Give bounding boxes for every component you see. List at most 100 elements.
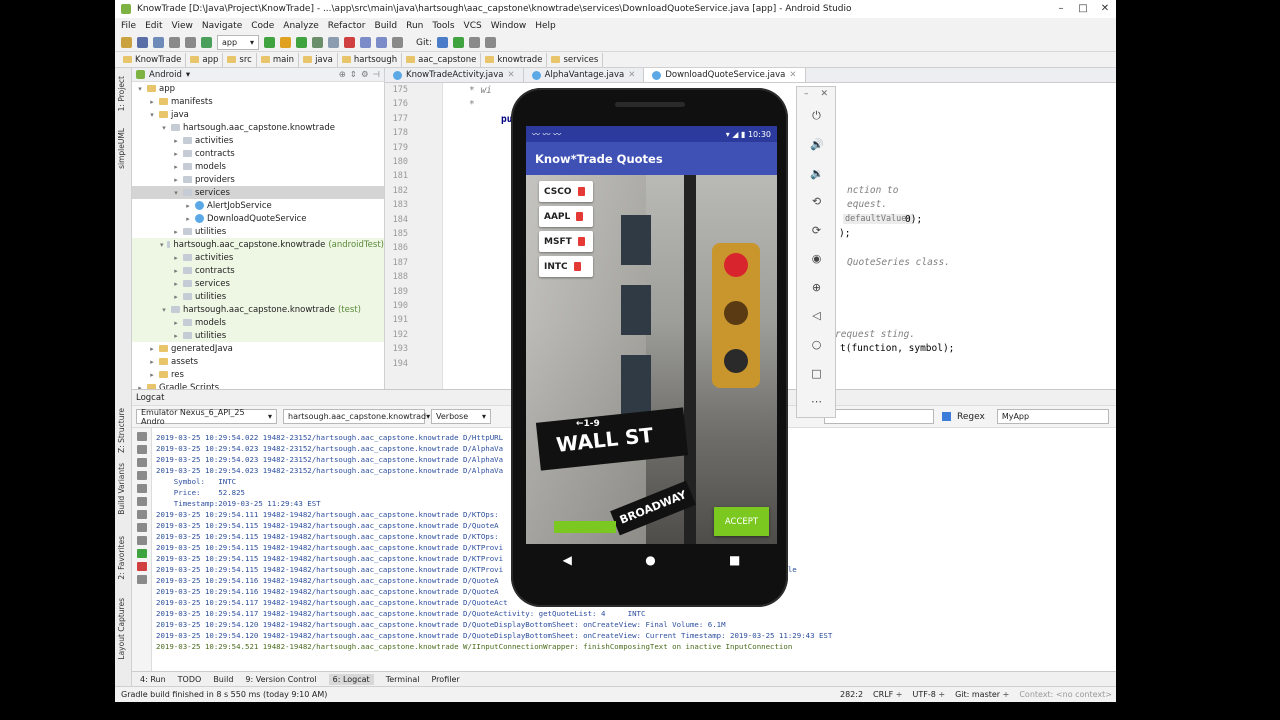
tree-item[interactable]: ▸ utilities (132, 225, 384, 238)
profile-icon[interactable] (312, 37, 323, 48)
run-config-select[interactable]: app ▾ (217, 35, 259, 50)
structure-tool-tab[interactable]: Z: Structure (117, 408, 126, 453)
simpleuml-tool-tab[interactable]: simpleUML (117, 128, 126, 169)
build-variants-tool-tab[interactable]: Build Variants (117, 463, 126, 515)
tool-tab-4[interactable]: 6: Logcat (328, 673, 374, 685)
close-button[interactable]: ✕ (1094, 0, 1116, 18)
expand-arrow-icon[interactable]: ▾ (172, 189, 180, 197)
sdk-manager-icon[interactable] (376, 37, 387, 48)
tree-item[interactable]: ▸ utilities (132, 290, 384, 303)
sync-icon[interactable] (153, 37, 164, 48)
tree-item[interactable]: ▸ contracts (132, 147, 384, 160)
clear-logcat-icon[interactable] (136, 432, 147, 441)
line-separator[interactable]: CRLF ÷ (873, 690, 902, 699)
menu-item-vcs[interactable]: VCS (464, 21, 482, 31)
minimize-button[interactable]: – (1050, 0, 1072, 18)
caret-position[interactable]: 282:2 (840, 690, 863, 699)
git-commit-icon[interactable] (453, 37, 465, 48)
expand-arrow-icon[interactable]: ▸ (148, 371, 156, 379)
menu-item-tools[interactable]: Tools (432, 21, 454, 31)
editor-tab[interactable]: AlphaVantage.java ✕ (524, 68, 645, 82)
tree-item[interactable]: ▸ models (132, 160, 384, 173)
tree-item[interactable]: ▸ manifests (132, 95, 384, 108)
tree-item[interactable]: ▾ app (132, 82, 384, 95)
menu-item-file[interactable]: File (121, 21, 136, 31)
git-branch[interactable]: Git: master ÷ (955, 690, 1009, 699)
power-icon[interactable]: ⏻ (810, 109, 823, 122)
tree-item[interactable]: ▾ hartsough.aac_capstone.knowtrade (test) (132, 303, 384, 316)
chevron-down-icon[interactable]: ▾ (186, 70, 190, 80)
delete-icon[interactable] (577, 237, 585, 246)
tree-item[interactable]: ▸ services (132, 277, 384, 290)
expand-arrow-icon[interactable]: ▾ (160, 241, 164, 249)
close-icon[interactable]: ✕ (789, 70, 796, 80)
rotate-left-icon[interactable]: ⟲ (810, 195, 823, 208)
menu-item-build[interactable]: Build (375, 21, 398, 31)
expand-arrow-icon[interactable]: ▸ (148, 345, 156, 353)
tree-item[interactable]: ▸ activities (132, 134, 384, 147)
filter-select[interactable]: MyApp (996, 409, 1109, 424)
tree-item[interactable]: ▾ hartsough.aac_capstone.knowtrade (androi… (132, 238, 384, 251)
help-icon[interactable] (136, 575, 147, 584)
project-tool-tab[interactable]: 1: Project (117, 76, 126, 111)
gear-icon[interactable] (136, 523, 147, 532)
expand-arrow-icon[interactable]: ▸ (184, 202, 192, 210)
expand-arrow-icon[interactable]: ▾ (136, 85, 144, 93)
expand-arrow-icon[interactable]: ▸ (172, 319, 180, 327)
home-icon[interactable]: ○ (810, 338, 823, 351)
layout-captures-tool-tab[interactable]: Layout Captures (117, 598, 126, 660)
attach-debugger-icon[interactable] (328, 37, 339, 48)
volume-up-icon[interactable]: 🔊 (810, 138, 824, 151)
soft-wrap-icon[interactable] (136, 484, 147, 493)
expand-arrow-icon[interactable]: ▾ (148, 111, 156, 119)
apply-changes-icon[interactable] (280, 37, 291, 48)
breadcrumb-item[interactable]: KnowTrade (119, 52, 187, 67)
tree-item[interactable]: ▸ models (132, 316, 384, 329)
breadcrumb-item[interactable]: java (299, 52, 338, 67)
scroll-to-end-icon[interactable] (136, 445, 147, 454)
editor-tab[interactable]: DownloadQuoteService.java ✕ (644, 68, 806, 82)
stop-icon[interactable] (136, 562, 147, 571)
search-icon[interactable] (392, 37, 403, 48)
quote-chip-intc[interactable]: INTC (539, 256, 593, 277)
camera-icon[interactable]: ◉ (810, 252, 823, 265)
tool-tab-3[interactable]: 9: Version Control (245, 675, 316, 684)
overview-icon[interactable]: ■ (729, 553, 740, 567)
delete-icon[interactable] (576, 212, 584, 221)
breadcrumb-item[interactable]: app (186, 52, 224, 67)
close-icon[interactable]: ✕ (820, 89, 828, 99)
expand-arrow-icon[interactable]: ▸ (172, 137, 180, 145)
expand-arrow-icon[interactable]: ▸ (172, 293, 180, 301)
down-arrow-icon[interactable] (136, 471, 147, 480)
favorites-tool-tab[interactable]: 2: Favorites (117, 536, 126, 580)
tree-item[interactable]: ▾ java (132, 108, 384, 121)
menu-item-navigate[interactable]: Navigate (202, 21, 242, 31)
expand-arrow-icon[interactable]: ▸ (172, 280, 180, 288)
close-icon[interactable]: ✕ (507, 70, 514, 80)
expand-arrow-icon[interactable]: ▸ (172, 332, 180, 340)
tree-item[interactable]: ▸ providers (132, 173, 384, 186)
run-icon[interactable] (264, 37, 275, 48)
tree-item[interactable]: ▸ generatedJava (132, 342, 384, 355)
expand-arrow-icon[interactable]: ▾ (160, 306, 168, 314)
expand-arrow-icon[interactable]: ▸ (172, 163, 180, 171)
avd-manager-icon[interactable] (360, 37, 371, 48)
rotate-right-icon[interactable]: ⟳ (810, 224, 823, 237)
volume-down-icon[interactable]: 🔉 (810, 167, 824, 180)
up-arrow-icon[interactable] (136, 458, 147, 467)
tree-item[interactable]: ▾ services (132, 186, 384, 199)
menu-item-analyze[interactable]: Analyze (283, 21, 318, 31)
screen-capture-icon[interactable] (136, 536, 147, 545)
scroll-from-source-icon[interactable]: ⇕ (350, 70, 357, 80)
breadcrumb-item[interactable]: hartsough (338, 52, 403, 67)
breadcrumb-item[interactable]: services (547, 52, 604, 67)
home-icon[interactable]: ● (645, 553, 655, 567)
menu-item-view[interactable]: View (172, 21, 193, 31)
back-icon[interactable]: ◀ (563, 553, 572, 567)
tree-item[interactable]: ▸ assets (132, 355, 384, 368)
expand-arrow-icon[interactable]: ▸ (148, 358, 156, 366)
more-icon[interactable]: ⋯ (810, 395, 823, 408)
log-level-select[interactable]: Verbose ▾ (431, 409, 491, 424)
tree-item[interactable]: ▸ contracts (132, 264, 384, 277)
undo-icon[interactable] (169, 37, 180, 48)
